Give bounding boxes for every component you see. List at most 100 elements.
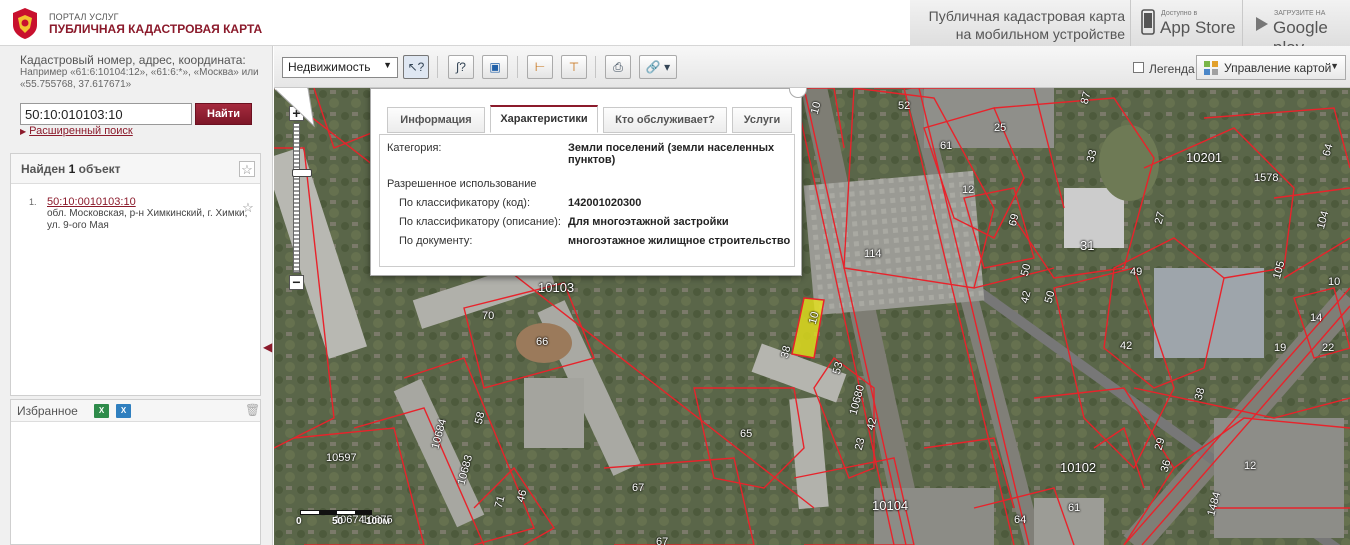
play-icon <box>1256 17 1268 31</box>
search-title: Кадастровый номер, адрес, координата: <box>20 53 246 67</box>
parcel-label: 10597 <box>326 452 357 464</box>
printer-icon: ⎙ <box>613 60 623 74</box>
search-input[interactable] <box>20 103 192 125</box>
popup-pointer <box>274 88 315 128</box>
parcel-label: 22 <box>1322 342 1335 354</box>
popup-body: Категория: Земли поселений (земли населе… <box>379 134 795 267</box>
parcel-label: 52 <box>898 100 911 112</box>
category-label: Категория: <box>387 142 442 154</box>
allowed-use-label: Разрешенное использование <box>387 178 537 190</box>
result-cadastral-link[interactable]: 50:10:0010103:10 <box>47 196 251 208</box>
zoom-slider[interactable] <box>292 123 312 273</box>
measure-tool-button[interactable]: ∫? <box>448 55 474 79</box>
legend-label[interactable]: Легенда <box>1149 62 1195 76</box>
mobile-promo: Публичная кадастровая карта на мобильном… <box>910 0 1350 57</box>
scale-bar-graphic <box>300 510 372 515</box>
toolbar-divider <box>437 56 438 78</box>
parcel-label: 10103 <box>538 280 575 295</box>
classifier-desc-value: Для многоэтажной застройки <box>568 216 729 228</box>
tab-characteristics[interactable]: Характеристики <box>490 105 598 133</box>
scale-label-100: 100м <box>366 516 391 527</box>
advanced-search-label: Расширенный поиск <box>29 125 133 137</box>
classifier-desc-label: По классификатору (описание): <box>399 216 561 228</box>
site-title[interactable]: ПУБЛИЧНАЯ КАДАСТРОВАЯ КАРТА <box>49 22 262 36</box>
chevron-down-icon: ▼ <box>1330 61 1339 71</box>
found-count: 1 <box>68 162 76 176</box>
ruler-icon: ⊢ <box>534 60 546 74</box>
parcel-label: 10102 <box>1060 460 1097 475</box>
classifier-code-value: 142001020300 <box>568 197 642 209</box>
excel-export-icon[interactable]: X <box>94 404 109 418</box>
parcel-label: 66 <box>536 336 549 348</box>
print-button[interactable]: ⎙ <box>605 55 631 79</box>
tab-services[interactable]: Услуги <box>732 107 792 133</box>
zoom-slider-handle[interactable] <box>292 169 312 177</box>
tab-information[interactable]: Информация <box>387 107 485 133</box>
parcel-label: 31 <box>1080 238 1095 253</box>
link-button[interactable]: 🔗 ▾ <box>639 55 677 79</box>
coat-of-arms-logo[interactable] <box>8 6 42 40</box>
phone-icon <box>1141 9 1155 35</box>
parcel-info-popup: Информация Характеристики Кто обслуживае… <box>370 88 807 276</box>
trash-icon[interactable]: 🗑 <box>245 403 260 417</box>
scale-label-0: 0 <box>296 516 302 527</box>
find-button[interactable]: Найти <box>195 103 252 125</box>
excel-import-icon[interactable]: X <box>116 404 131 418</box>
toolbar-divider <box>595 56 596 78</box>
grid-icon <box>1204 61 1218 75</box>
parcel-label: 12 <box>1244 460 1257 472</box>
results-header: Найден 1 объект ☆ <box>11 154 260 184</box>
parcel-label: 64 <box>1014 514 1027 526</box>
link-icon: 🔗 ▾ <box>645 60 671 74</box>
area-info-button[interactable]: ▣ <box>482 55 508 79</box>
result-address: обл. Московская, р-н Химкинский, г. Химк… <box>47 208 248 231</box>
measure-curve-icon: ∫? <box>456 60 466 74</box>
tab-who-serves[interactable]: Кто обслуживает? <box>603 107 727 133</box>
result-number: 1. <box>29 197 37 207</box>
layer-select[interactable]: Недвижимость ▼ <box>282 57 398 78</box>
appstore-small-label: Доступно в <box>1161 10 1198 17</box>
toolbar-divider <box>517 56 518 78</box>
legend-checkbox[interactable] <box>1133 62 1144 73</box>
map-management-dropdown[interactable]: Управление картой ▼ <box>1196 55 1346 80</box>
triangle-right-icon: ▶ <box>20 127 27 136</box>
map-toolbar: Недвижимость ▼ ↖? ∫? ▣ ⊢ ⊤ ⎙ 🔗 ▾ Легенда … <box>274 46 1350 88</box>
area-ruler-icon: ⊤ <box>568 60 580 74</box>
map-canvas[interactable]: 52 25 61 12 114 69 31 50 42 50 49 27 102… <box>274 88 1350 545</box>
search-example: Например «61:6:10104:12», «61:6:*», «Мос… <box>20 67 259 90</box>
area-ruler-button[interactable]: ⊤ <box>561 55 587 79</box>
classifier-code-label: По классификатору (код): <box>399 197 531 209</box>
found-suffix: объект <box>78 162 121 176</box>
document-label: По документу: <box>399 235 473 247</box>
parcel-label: 61 <box>940 140 953 152</box>
header: ПОРТАЛ УСЛУГ ПУБЛИЧНАЯ КАДАСТРОВАЯ КАРТА… <box>0 0 1350 57</box>
category-value: Земли поселений (земли населенных пункто… <box>568 142 775 166</box>
favorite-item-star-icon[interactable]: ☆ <box>240 200 256 216</box>
parcel-label: 10104 <box>872 498 909 513</box>
zoom-out-button[interactable]: − <box>289 275 304 290</box>
cursor-question-icon: ↖? <box>407 60 425 74</box>
area-question-icon: ▣ <box>489 60 501 74</box>
parcel-label: 10201 <box>1186 150 1223 165</box>
list-item: 1. 50:10:0010103:10 обл. Московская, р-н… <box>29 196 251 232</box>
advanced-search-link[interactable]: ▶ Расширенный поиск <box>20 125 133 137</box>
favorites-header: Избранное X X 🗑 <box>11 400 260 422</box>
parcel-label: 67 <box>632 482 645 494</box>
collapse-panel-icon[interactable]: ◀ <box>263 334 272 360</box>
chevron-down-icon: ▼ <box>383 60 392 70</box>
googleplay-button[interactable]: ЗАГРУЗИТЕ НА Google play <box>1242 0 1350 57</box>
identify-tool-button[interactable]: ↖? <box>403 55 429 79</box>
document-value: многоэтажное жилищное строительство <box>568 235 791 247</box>
appstore-button[interactable]: Доступно в App Store <box>1130 0 1240 46</box>
parcel-label: 10 <box>1328 276 1341 288</box>
parcel-label: 114 <box>864 248 882 260</box>
favorites-panel: Избранное X X 🗑 <box>10 399 261 545</box>
ruler-tool-button[interactable]: ⊢ <box>527 55 553 79</box>
parcel-label: 49 <box>1130 266 1143 278</box>
scale-bar: 0 50 100м <box>296 506 390 527</box>
parcel-label: 14 <box>1310 312 1323 324</box>
googleplay-small-label: ЗАГРУЗИТЕ НА <box>1274 10 1326 17</box>
favorite-all-star-icon[interactable]: ☆ <box>239 161 255 177</box>
parcel-label: 65 <box>740 428 753 440</box>
map-management-label: Управление картой <box>1224 61 1332 75</box>
